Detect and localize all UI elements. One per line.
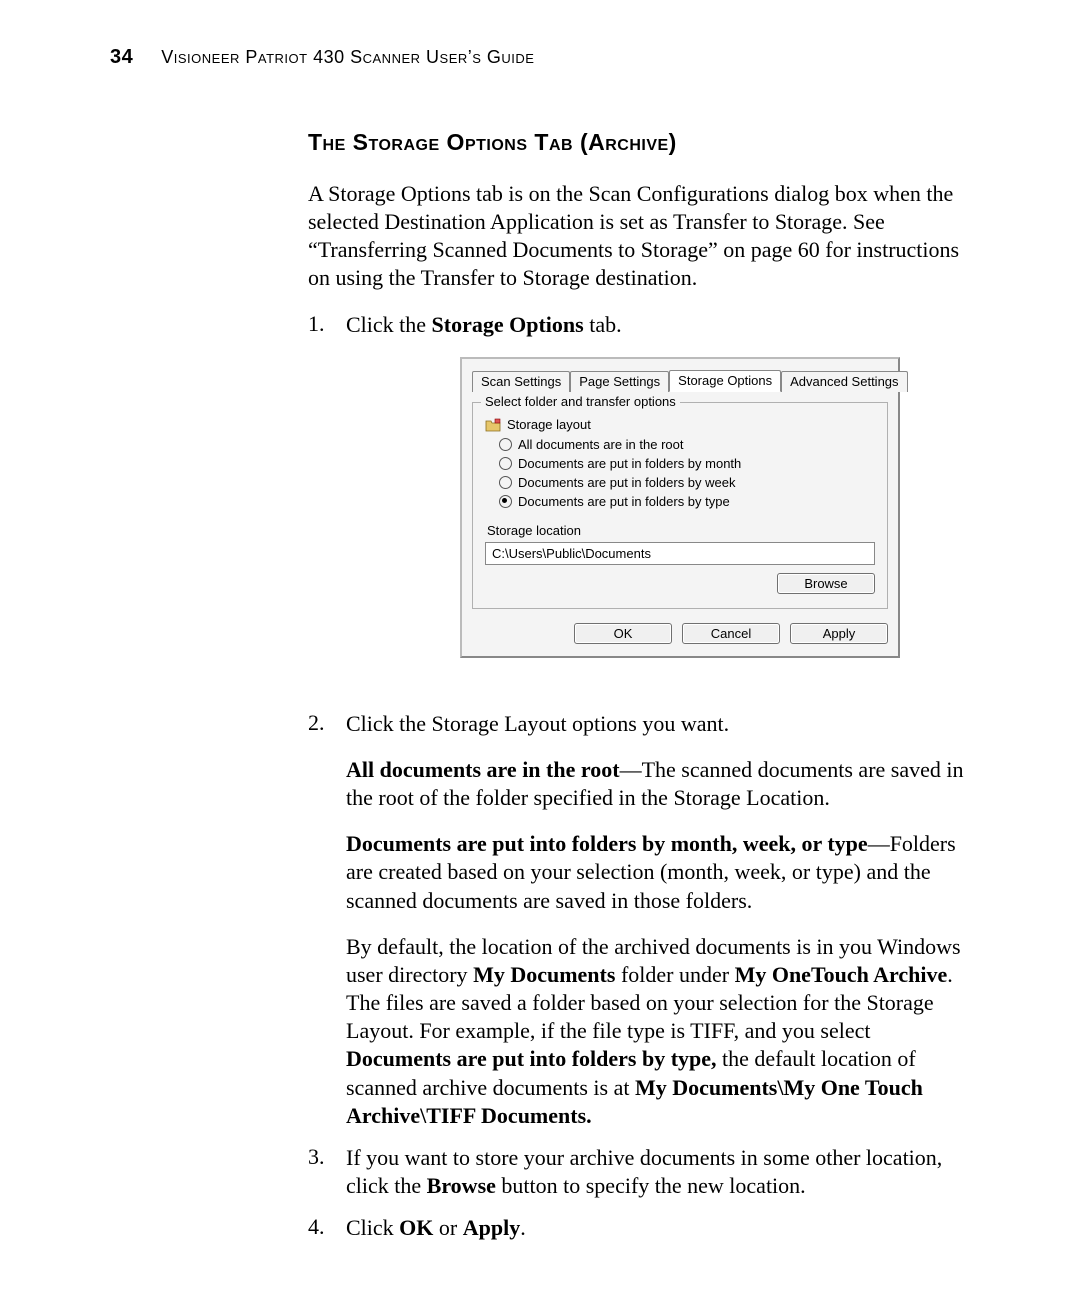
intro-paragraph: A Storage Options tab is on the Scan Con… bbox=[308, 180, 972, 293]
ok-button[interactable]: OK bbox=[574, 623, 672, 644]
storage-layout-header: Storage layout bbox=[485, 417, 875, 433]
bold-text: All documents are in the root bbox=[346, 757, 620, 782]
step-number: 2. bbox=[308, 710, 328, 1130]
bold-text: Apply bbox=[463, 1215, 520, 1240]
text: folder under bbox=[615, 962, 734, 987]
tab-advanced-settings[interactable]: Advanced Settings bbox=[781, 371, 907, 392]
storage-options-dialog: Scan Settings Page Settings Storage Opti… bbox=[460, 357, 900, 658]
tab-scan-settings[interactable]: Scan Settings bbox=[472, 371, 570, 392]
radio-icon[interactable] bbox=[499, 476, 512, 489]
list-item: 3. If you want to store your archive doc… bbox=[308, 1144, 972, 1200]
bold-text: Documents are put into folders by month,… bbox=[346, 831, 868, 856]
bold-text: My Documents bbox=[473, 962, 615, 987]
running-title: Visioneer Patriot 430 Scanner User’s Gui… bbox=[161, 47, 534, 68]
step-list: 1. Click the Storage Options tab. Scan S… bbox=[308, 311, 972, 1243]
text: . bbox=[520, 1215, 526, 1240]
step-text: Click OK or Apply. bbox=[346, 1214, 972, 1242]
step-number: 4. bbox=[308, 1214, 328, 1242]
list-item: 2. Click the Storage Layout options you … bbox=[308, 710, 972, 1130]
radio-icon[interactable] bbox=[499, 457, 512, 470]
text: Click the bbox=[346, 312, 432, 337]
page-number: 34 bbox=[110, 46, 133, 69]
bold-text: My OneTouch Archive bbox=[735, 962, 948, 987]
browse-button[interactable]: Browse bbox=[777, 573, 875, 594]
tab-storage-options[interactable]: Storage Options bbox=[669, 370, 781, 392]
list-item: 1. Click the Storage Options tab. Scan S… bbox=[308, 311, 972, 696]
dialog-tabstrip: Scan Settings Page Settings Storage Opti… bbox=[472, 369, 888, 392]
dialog-figure: Scan Settings Page Settings Storage Opti… bbox=[460, 357, 900, 658]
step-text: If you want to store your archive docume… bbox=[346, 1144, 972, 1200]
text: Click bbox=[346, 1215, 399, 1240]
tab-page-settings[interactable]: Page Settings bbox=[570, 371, 669, 392]
text: button to specify the new location. bbox=[496, 1173, 806, 1198]
running-header: 34 Visioneer Patriot 430 Scanner User’s … bbox=[110, 46, 970, 69]
radio-icon[interactable] bbox=[499, 438, 512, 451]
radio-label: Documents are put in folders by month bbox=[518, 456, 741, 471]
apply-button[interactable]: Apply bbox=[790, 623, 888, 644]
step-number: 3. bbox=[308, 1144, 328, 1200]
cancel-button[interactable]: Cancel bbox=[682, 623, 780, 644]
paragraph: By default, the location of the archived… bbox=[346, 933, 972, 1130]
folder-transfer-groupbox: Select folder and transfer options Stora… bbox=[472, 402, 888, 609]
text: tab. bbox=[584, 312, 622, 337]
page: 34 Visioneer Patriot 430 Scanner User’s … bbox=[0, 0, 1080, 1296]
step-number: 1. bbox=[308, 311, 328, 696]
radio-row[interactable]: Documents are put in folders by week bbox=[499, 475, 875, 490]
radio-icon[interactable] bbox=[499, 495, 512, 508]
groupbox-legend: Select folder and transfer options bbox=[481, 394, 680, 409]
content-column: The Storage Options Tab (Archive) A Stor… bbox=[308, 129, 972, 1242]
bold-text: Documents are put into folders by type, bbox=[346, 1046, 717, 1071]
radio-row[interactable]: All documents are in the root bbox=[499, 437, 875, 452]
bold-text: Browse bbox=[427, 1173, 496, 1198]
paragraph: All documents are in the root—The scanne… bbox=[346, 756, 972, 812]
radio-label: All documents are in the root bbox=[518, 437, 683, 452]
bold-text: Storage Options bbox=[432, 312, 584, 337]
dialog-footer: OK Cancel Apply bbox=[472, 623, 888, 644]
storage-layout-label: Storage layout bbox=[507, 417, 591, 432]
radio-label: Documents are put in folders by week bbox=[518, 475, 736, 490]
radio-label: Documents are put in folders by type bbox=[518, 494, 730, 509]
storage-location-input[interactable] bbox=[485, 542, 875, 565]
radio-row[interactable]: Documents are put in folders by type bbox=[499, 494, 875, 509]
text: or bbox=[433, 1215, 462, 1240]
radio-row[interactable]: Documents are put in folders by month bbox=[499, 456, 875, 471]
storage-location-label: Storage location bbox=[487, 523, 875, 538]
section-heading: The Storage Options Tab (Archive) bbox=[308, 129, 972, 156]
step-text: Click the Storage Layout options you wan… bbox=[346, 710, 972, 738]
paragraph: Documents are put into folders by month,… bbox=[346, 830, 972, 914]
list-item: 4. Click OK or Apply. bbox=[308, 1214, 972, 1242]
folder-icon bbox=[485, 417, 501, 433]
bold-text: OK bbox=[399, 1215, 433, 1240]
step-text: Click the Storage Options tab. bbox=[346, 311, 972, 339]
